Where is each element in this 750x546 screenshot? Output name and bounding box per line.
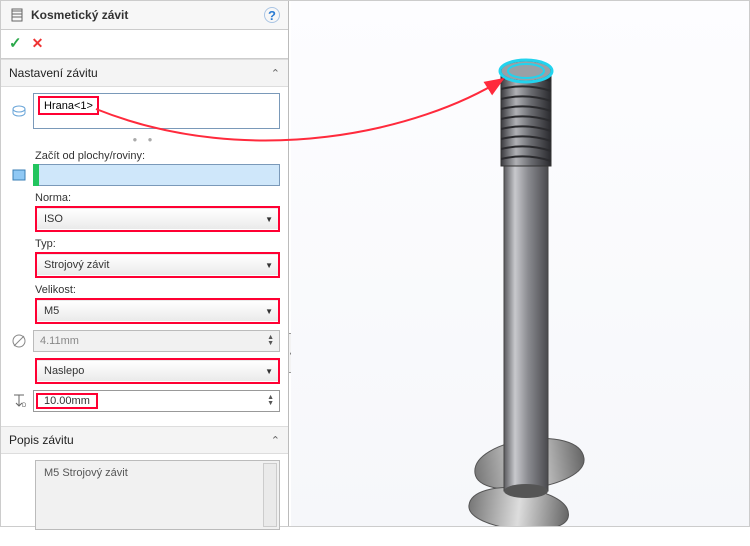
depth-value: 10.00mm <box>40 395 94 407</box>
end-condition-highlight: Naslepo ▼ <box>35 358 280 384</box>
diameter-icon <box>9 333 29 349</box>
start-face-selection[interactable] <box>33 164 280 186</box>
chevron-down-icon: ▼ <box>265 261 273 270</box>
chevron-down-icon: ▼ <box>265 307 273 316</box>
cosmetic-thread-icon <box>9 7 25 23</box>
graphics-viewport[interactable] <box>291 1 749 526</box>
diameter-row: 4.11mm ▲▼ <box>9 330 280 352</box>
panel-header: Kosmetický závit ? <box>1 1 288 30</box>
standard-value: ISO <box>44 213 265 225</box>
depth-icon: D <box>9 393 29 409</box>
section-body-settings: Hrana<1> ● ● Začít od plochy/roviny: Nor… <box>1 87 288 426</box>
minor-diameter-field: 4.11mm ▲▼ <box>33 330 280 352</box>
edge-selection-item[interactable]: Hrana<1> <box>42 99 95 113</box>
model-preview <box>291 1 749 526</box>
panel-actions: ✓ ✕ <box>1 30 288 59</box>
section-header-description[interactable]: Popis závitu ⌃ <box>1 426 288 454</box>
chevron-down-icon: ▼ <box>265 215 273 224</box>
help-button[interactable]: ? <box>264 7 280 23</box>
thread-callout-field[interactable]: M5 Strojový závit <box>35 460 280 530</box>
type-value: Strojový závit <box>44 259 265 271</box>
start-from-row <box>9 164 280 186</box>
spinner-icon[interactable]: ▲▼ <box>266 395 275 407</box>
section-body-description: M5 Strojový závit <box>1 454 288 546</box>
standard-dropdown[interactable]: ISO ▼ <box>37 208 278 230</box>
chevron-up-icon: ⌃ <box>271 434 280 447</box>
end-condition-row: Naslepo ▼ <box>35 358 280 384</box>
standard-row: ISO ▼ <box>35 206 280 232</box>
type-row: Strojový závit ▼ <box>35 252 280 278</box>
chevron-down-icon: ▼ <box>265 367 273 376</box>
size-row: M5 ▼ <box>35 298 280 324</box>
panel-title: Kosmetický závit <box>31 8 264 22</box>
cancel-button[interactable]: ✕ <box>32 35 44 52</box>
type-highlight: Strojový závit ▼ <box>35 252 280 278</box>
end-condition-dropdown[interactable]: Naslepo ▼ <box>37 360 278 382</box>
depth-row: D 10.00mm ▲▼ <box>9 390 280 412</box>
chevron-up-icon: ⌃ <box>271 67 280 80</box>
standard-label: Norma: <box>35 192 280 204</box>
depth-field[interactable]: 10.00mm ▲▼ <box>33 390 280 412</box>
ok-button[interactable]: ✓ <box>9 34 22 52</box>
property-panel: Kosmetický závit ? ✓ ✕ Nastavení závitu … <box>1 1 289 526</box>
size-highlight: M5 ▼ <box>35 298 280 324</box>
depth-highlight: 10.00mm <box>36 393 98 409</box>
section-title-description: Popis závitu <box>9 433 271 447</box>
section-title-settings: Nastavení závitu <box>9 66 271 80</box>
drag-handle-icon[interactable]: ● ● <box>9 135 280 144</box>
edge-selection-list[interactable]: Hrana<1> <box>33 93 280 129</box>
face-select-icon <box>9 167 29 183</box>
edge-select-icon <box>9 103 29 119</box>
start-from-label: Začít od plochy/roviny: <box>35 150 280 162</box>
minor-diameter-value: 4.11mm <box>40 335 266 347</box>
scrollbar[interactable] <box>263 463 277 527</box>
spinner-icon: ▲▼ <box>266 335 275 347</box>
size-dropdown[interactable]: M5 ▼ <box>37 300 278 322</box>
standard-highlight: ISO ▼ <box>35 206 280 232</box>
type-label: Typ: <box>35 238 280 250</box>
size-value: M5 <box>44 305 265 317</box>
section-header-settings[interactable]: Nastavení závitu ⌃ <box>1 59 288 87</box>
type-dropdown[interactable]: Strojový závit ▼ <box>37 254 278 276</box>
edge-selection-highlight: Hrana<1> <box>38 96 99 115</box>
end-condition-value: Naslepo <box>44 365 265 377</box>
thread-callout-value: M5 Strojový závit <box>44 467 128 479</box>
size-label: Velikost: <box>35 284 280 296</box>
edge-select-row: Hrana<1> <box>9 93 280 129</box>
svg-text:D: D <box>22 403 27 409</box>
